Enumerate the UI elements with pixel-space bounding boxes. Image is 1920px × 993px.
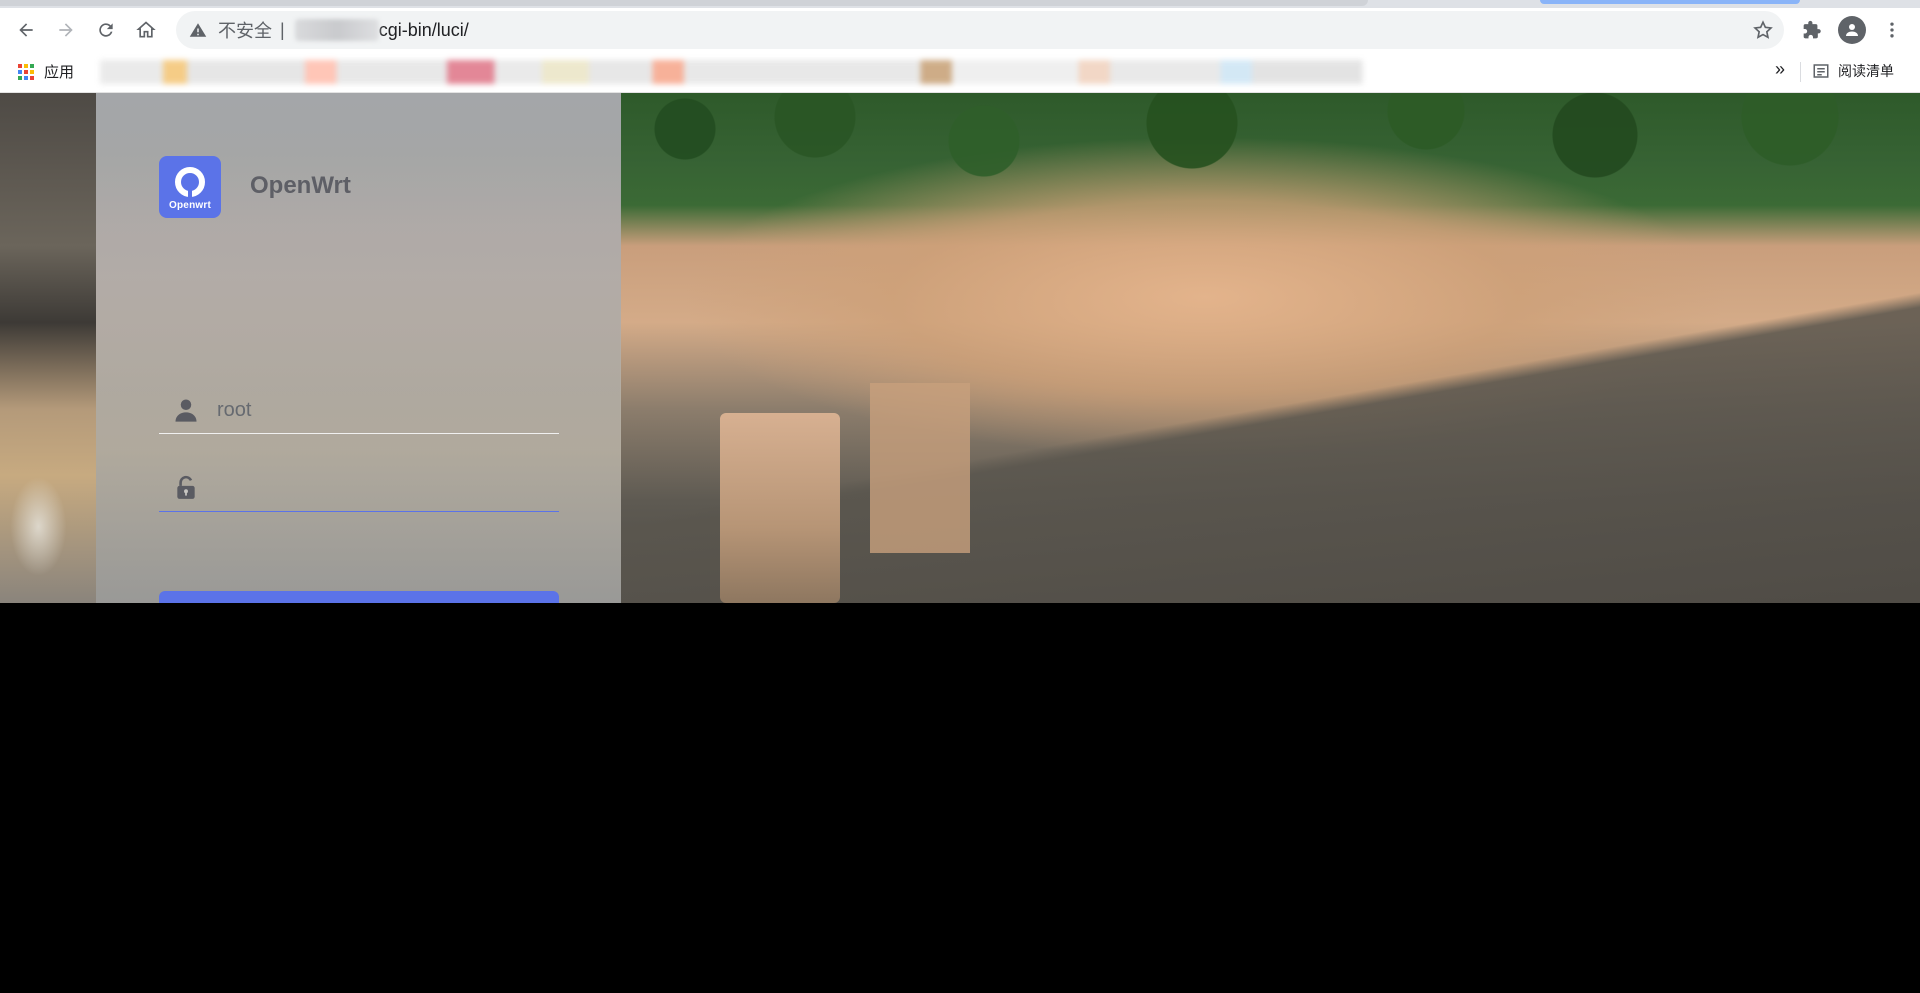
puzzle-icon (1803, 20, 1821, 39)
login-page: Openwrt OpenWrt (0, 93, 1920, 603)
forward-button[interactable] (50, 14, 82, 46)
background-image-left (0, 93, 96, 603)
unlock-icon (171, 473, 201, 503)
logo-text: Openwrt (169, 200, 211, 211)
address-bar[interactable]: 不安全 | cgi-bin/luci/ (176, 11, 1784, 49)
reload-icon (99, 23, 113, 37)
apps-shortcut[interactable]: 应用 (18, 61, 74, 82)
password-input[interactable] (217, 476, 537, 500)
redacted-host (294, 19, 379, 41)
login-button[interactable] (159, 591, 559, 603)
security-label[interactable]: 不安全 (218, 17, 272, 43)
kebab-menu-icon (1890, 22, 1894, 38)
url-path[interactable]: cgi-bin/luci/ (379, 20, 469, 41)
background-image-rocks (720, 413, 840, 603)
bookmarks-overflow-button[interactable]: » (1775, 59, 1785, 80)
reading-list-button[interactable]: 阅读清单 (1812, 61, 1894, 81)
active-tab[interactable] (0, 0, 1368, 6)
warning-triangle-icon[interactable] (188, 20, 208, 40)
home-icon (136, 21, 156, 38)
user-icon (171, 395, 201, 425)
login-panel: Openwrt OpenWrt (96, 93, 621, 603)
bookmarks-divider (1800, 62, 1801, 82)
username-field[interactable] (159, 387, 559, 434)
tab-accent (1540, 0, 1800, 4)
reading-list-label: 阅读清单 (1838, 64, 1894, 80)
brand-title: OpenWrt (250, 172, 351, 199)
password-field[interactable] (159, 465, 559, 512)
redacted-bookmarks (100, 60, 1678, 84)
apps-grid-icon (18, 63, 34, 80)
username-input[interactable] (217, 398, 537, 422)
logo-ring-icon (175, 167, 205, 198)
back-button[interactable] (10, 14, 42, 46)
extensions-button[interactable] (1796, 14, 1828, 46)
arrow-right-icon (59, 23, 73, 37)
avatar-icon (1846, 24, 1858, 36)
browser-toolbar: 不安全 | cgi-bin/luci/ (0, 8, 1920, 52)
background-image-forest (620, 93, 1920, 213)
url-separator: | (280, 19, 285, 40)
arrow-left-icon (19, 23, 33, 37)
bookmarks-bar: 应用 » 阅读清单 (0, 52, 1920, 93)
reading-list-icon (1813, 64, 1829, 78)
profile-button[interactable] (1838, 16, 1866, 44)
browser-menu-button[interactable] (1876, 14, 1908, 46)
openwrt-logo: Openwrt (159, 156, 221, 218)
home-button[interactable] (130, 14, 162, 46)
reload-button[interactable] (90, 14, 122, 46)
apps-label: 应用 (44, 63, 75, 81)
star-icon[interactable] (1752, 19, 1774, 41)
tab-strip (0, 0, 1920, 8)
